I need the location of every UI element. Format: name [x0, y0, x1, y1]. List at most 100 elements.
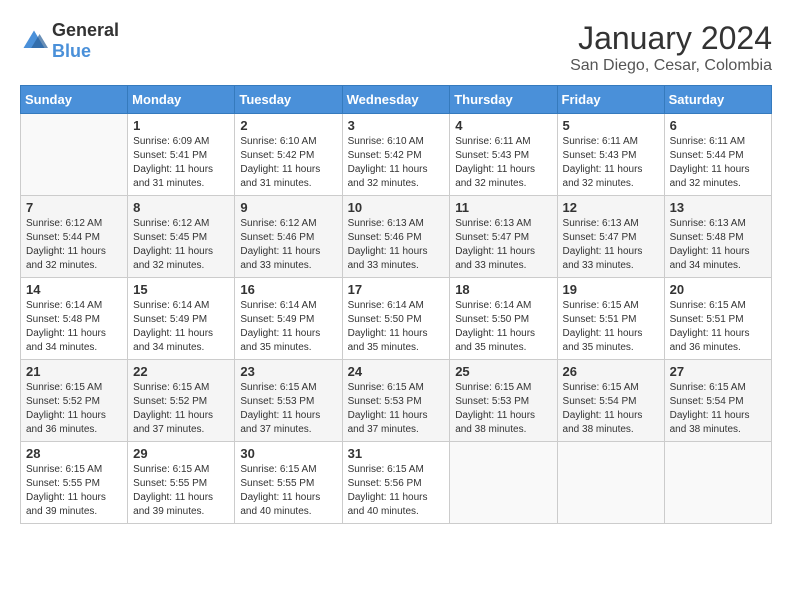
- week-row-4: 21 Sunrise: 6:15 AM Sunset: 5:52 PM Dayli…: [21, 360, 772, 442]
- day-info: Sunrise: 6:12 AM Sunset: 5:44 PM Dayligh…: [26, 217, 122, 273]
- header-wednesday: Wednesday: [342, 86, 450, 114]
- header-saturday: Saturday: [664, 86, 771, 114]
- day-info: Sunrise: 6:13 AM Sunset: 5:46 PM Dayligh…: [348, 217, 445, 273]
- day-number: 10: [348, 200, 445, 215]
- day-cell: 4 Sunrise: 6:11 AM Sunset: 5:43 PM Daylig…: [450, 114, 557, 196]
- day-cell: 10 Sunrise: 6:13 AM Sunset: 5:46 PM Dayli…: [342, 196, 450, 278]
- day-cell: 30 Sunrise: 6:15 AM Sunset: 5:55 PM Dayli…: [235, 442, 342, 524]
- day-cell: 14Sunrise: 6:14 AM Sunset: 5:48 PM Dayli…: [21, 278, 128, 360]
- day-info: Sunrise: 6:15 AM Sunset: 5:52 PM Dayligh…: [133, 381, 229, 437]
- day-number: 11: [455, 200, 551, 215]
- header-row: SundayMondayTuesdayWednesdayThursdayFrid…: [21, 86, 772, 114]
- header-thursday: Thursday: [450, 86, 557, 114]
- day-cell: 26 Sunrise: 6:15 AM Sunset: 5:54 PM Dayli…: [557, 360, 664, 442]
- day-number: 26: [563, 364, 659, 379]
- title-area: January 2024 San Diego, Cesar, Colombia: [570, 20, 772, 75]
- day-cell: 29 Sunrise: 6:15 AM Sunset: 5:55 PM Dayli…: [128, 442, 235, 524]
- week-row-1: 1 Sunrise: 6:09 AM Sunset: 5:41 PM Daylig…: [21, 114, 772, 196]
- week-row-5: 28 Sunrise: 6:15 AM Sunset: 5:55 PM Dayli…: [21, 442, 772, 524]
- day-number: 21: [26, 364, 122, 379]
- day-cell: 5Sunrise: 6:11 AM Sunset: 5:43 PM Daylig…: [557, 114, 664, 196]
- header-tuesday: Tuesday: [235, 86, 342, 114]
- day-info: Sunrise: 6:14 AM Sunset: 5:50 PM Dayligh…: [455, 299, 551, 355]
- day-info: Sunrise: 6:15 AM Sunset: 5:54 PM Dayligh…: [670, 381, 766, 437]
- week-row-3: 14Sunrise: 6:14 AM Sunset: 5:48 PM Dayli…: [21, 278, 772, 360]
- day-number: 7: [26, 200, 122, 215]
- day-info: Sunrise: 6:15 AM Sunset: 5:52 PM Dayligh…: [26, 381, 122, 437]
- calendar-title: January 2024: [570, 20, 772, 57]
- day-cell: 8 Sunrise: 6:12 AM Sunset: 5:45 PM Daylig…: [128, 196, 235, 278]
- day-info: Sunrise: 6:09 AM Sunset: 5:41 PM Dayligh…: [133, 135, 229, 191]
- day-info: Sunrise: 6:12 AM Sunset: 5:45 PM Dayligh…: [133, 217, 229, 273]
- day-number: 9: [240, 200, 336, 215]
- day-cell: 21 Sunrise: 6:15 AM Sunset: 5:52 PM Dayli…: [21, 360, 128, 442]
- day-number: 8: [133, 200, 229, 215]
- header-monday: Monday: [128, 86, 235, 114]
- day-info: Sunrise: 6:15 AM Sunset: 5:55 PM Dayligh…: [133, 463, 229, 519]
- day-number: 18: [455, 282, 551, 297]
- day-cell: 15 Sunrise: 6:14 AM Sunset: 5:49 PM Dayli…: [128, 278, 235, 360]
- day-info: Sunrise: 6:13 AM Sunset: 5:48 PM Dayligh…: [670, 217, 766, 273]
- day-cell: 11 Sunrise: 6:13 AM Sunset: 5:47 PM Dayli…: [450, 196, 557, 278]
- day-info: Sunrise: 6:14 AM Sunset: 5:50 PM Dayligh…: [348, 299, 445, 355]
- day-info: Sunrise: 6:15 AM Sunset: 5:55 PM Dayligh…: [240, 463, 336, 519]
- day-cell: 9Sunrise: 6:12 AM Sunset: 5:46 PM Daylig…: [235, 196, 342, 278]
- day-info: Sunrise: 6:15 AM Sunset: 5:53 PM Dayligh…: [240, 381, 336, 437]
- day-cell: 17 Sunrise: 6:14 AM Sunset: 5:50 PM Dayli…: [342, 278, 450, 360]
- day-cell: 1 Sunrise: 6:09 AM Sunset: 5:41 PM Daylig…: [128, 114, 235, 196]
- day-info: Sunrise: 6:15 AM Sunset: 5:55 PM Dayligh…: [26, 463, 122, 519]
- day-number: 23: [240, 364, 336, 379]
- day-number: 12: [563, 200, 659, 215]
- day-cell: 25 Sunrise: 6:15 AM Sunset: 5:53 PM Dayli…: [450, 360, 557, 442]
- logo: General Blue: [20, 20, 119, 62]
- day-cell: 12 Sunrise: 6:13 AM Sunset: 5:47 PM Dayli…: [557, 196, 664, 278]
- day-info: Sunrise: 6:15 AM Sunset: 5:51 PM Dayligh…: [670, 299, 766, 355]
- day-cell: 13 Sunrise: 6:13 AM Sunset: 5:48 PM Dayli…: [664, 196, 771, 278]
- day-number: 4: [455, 118, 551, 133]
- day-number: 16: [240, 282, 336, 297]
- day-cell: 31Sunrise: 6:15 AM Sunset: 5:56 PM Dayli…: [342, 442, 450, 524]
- day-number: 19: [563, 282, 659, 297]
- day-cell: 22 Sunrise: 6:15 AM Sunset: 5:52 PM Dayli…: [128, 360, 235, 442]
- day-number: 2: [240, 118, 336, 133]
- page-header: General Blue January 2024 San Diego, Ces…: [20, 20, 772, 75]
- day-cell: 23 Sunrise: 6:15 AM Sunset: 5:53 PM Dayli…: [235, 360, 342, 442]
- day-info: Sunrise: 6:11 AM Sunset: 5:43 PM Dayligh…: [563, 135, 659, 191]
- day-info: Sunrise: 6:11 AM Sunset: 5:44 PM Dayligh…: [670, 135, 766, 191]
- day-cell: 20 Sunrise: 6:15 AM Sunset: 5:51 PM Dayli…: [664, 278, 771, 360]
- day-cell: 6Sunrise: 6:11 AM Sunset: 5:44 PM Daylig…: [664, 114, 771, 196]
- logo-blue: Blue: [52, 41, 91, 61]
- day-cell: 2Sunrise: 6:10 AM Sunset: 5:42 PM Daylig…: [235, 114, 342, 196]
- day-number: 20: [670, 282, 766, 297]
- day-info: Sunrise: 6:15 AM Sunset: 5:54 PM Dayligh…: [563, 381, 659, 437]
- day-number: 29: [133, 446, 229, 461]
- day-number: 30: [240, 446, 336, 461]
- day-info: Sunrise: 6:15 AM Sunset: 5:51 PM Dayligh…: [563, 299, 659, 355]
- day-cell: [557, 442, 664, 524]
- logo-general: General: [52, 20, 119, 40]
- day-number: 1: [133, 118, 229, 133]
- day-number: 3: [348, 118, 445, 133]
- day-number: 22: [133, 364, 229, 379]
- day-cell: 18 Sunrise: 6:14 AM Sunset: 5:50 PM Dayli…: [450, 278, 557, 360]
- day-number: 15: [133, 282, 229, 297]
- day-cell: [664, 442, 771, 524]
- day-info: Sunrise: 6:13 AM Sunset: 5:47 PM Dayligh…: [563, 217, 659, 273]
- day-info: Sunrise: 6:15 AM Sunset: 5:53 PM Dayligh…: [455, 381, 551, 437]
- header-friday: Friday: [557, 86, 664, 114]
- day-cell: [21, 114, 128, 196]
- day-number: 24: [348, 364, 445, 379]
- day-info: Sunrise: 6:13 AM Sunset: 5:47 PM Dayligh…: [455, 217, 551, 273]
- day-number: 28: [26, 446, 122, 461]
- day-info: Sunrise: 6:14 AM Sunset: 5:48 PM Dayligh…: [26, 299, 122, 355]
- day-info: Sunrise: 6:14 AM Sunset: 5:49 PM Dayligh…: [133, 299, 229, 355]
- day-cell: 28 Sunrise: 6:15 AM Sunset: 5:55 PM Dayli…: [21, 442, 128, 524]
- day-number: 25: [455, 364, 551, 379]
- day-info: Sunrise: 6:11 AM Sunset: 5:43 PM Dayligh…: [455, 135, 551, 191]
- day-number: 17: [348, 282, 445, 297]
- day-cell: 7 Sunrise: 6:12 AM Sunset: 5:44 PM Daylig…: [21, 196, 128, 278]
- day-cell: 27Sunrise: 6:15 AM Sunset: 5:54 PM Dayli…: [664, 360, 771, 442]
- calendar-table: SundayMondayTuesdayWednesdayThursdayFrid…: [20, 85, 772, 524]
- day-cell: 19 Sunrise: 6:15 AM Sunset: 5:51 PM Dayli…: [557, 278, 664, 360]
- day-number: 13: [670, 200, 766, 215]
